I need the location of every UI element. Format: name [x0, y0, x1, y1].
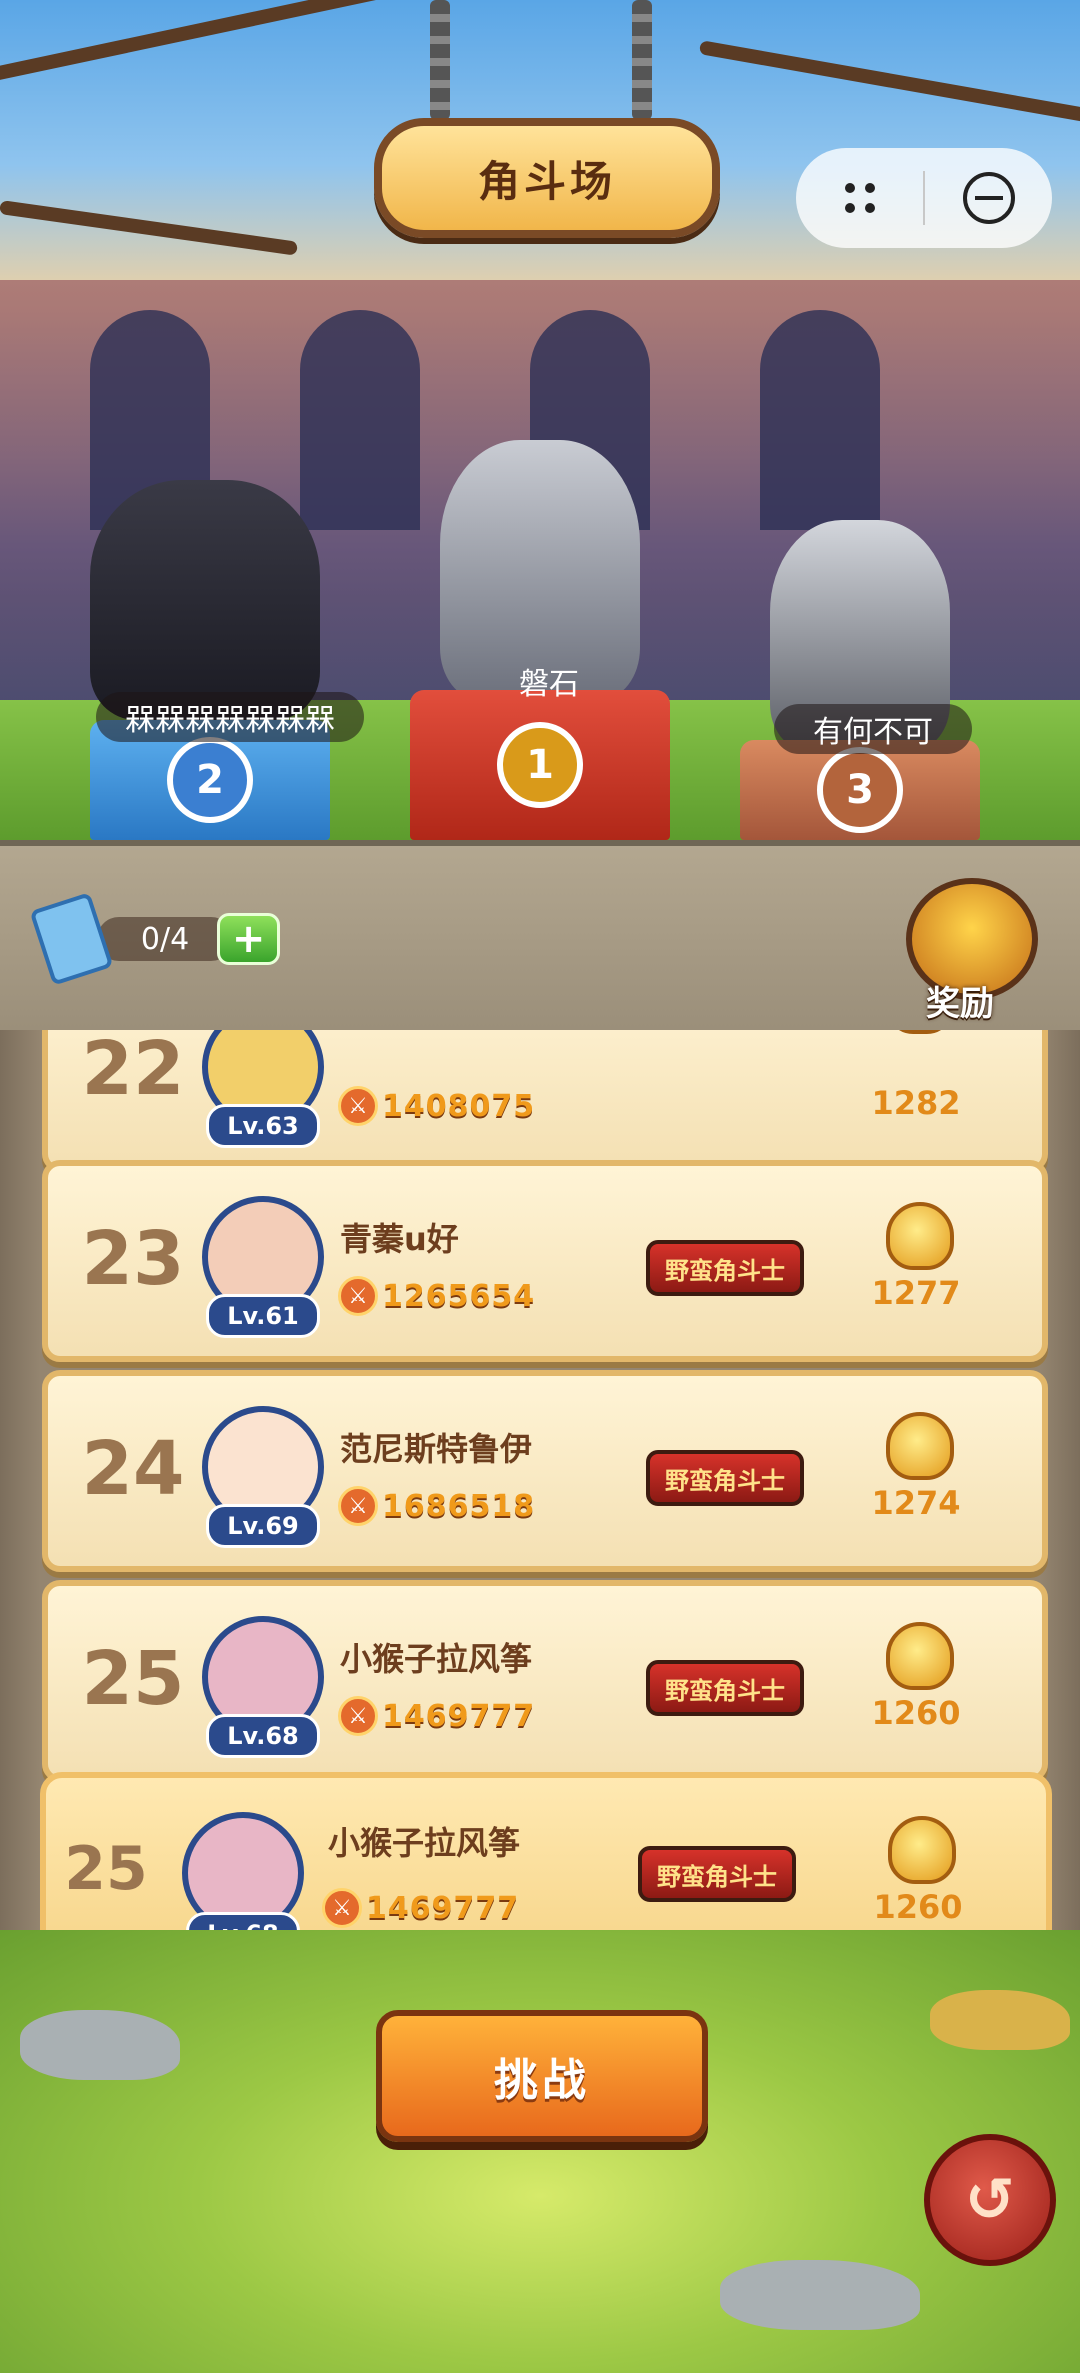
hero-second[interactable] [90, 480, 320, 720]
sword-icon: ⚔ [338, 1276, 378, 1316]
minimize-button[interactable] [925, 148, 1052, 248]
ground [0, 1930, 1080, 2373]
my-title-badge: 野蛮角斗士 [638, 1846, 796, 1902]
reward-button[interactable]: 奖励 [896, 868, 1046, 1024]
ranking-row[interactable]: 25 Lv.68 小猴子拉风筝 ⚔ 1469777 野蛮角斗士 1260 [42, 1580, 1048, 1782]
four-dot-icon [844, 183, 875, 213]
ticket-card-icon [29, 892, 114, 986]
power-value: 1469777 [382, 1698, 536, 1734]
challenge-button[interactable]: 挑战 [376, 2010, 708, 2142]
add-ticket-button[interactable]: + [217, 913, 280, 965]
combat-power: ⚔ 1469777 [338, 1696, 535, 1736]
trophy-icon [888, 1816, 956, 1884]
combat-power: ⚔ 1265654 [338, 1276, 535, 1316]
combat-power: ⚔ 1408075 [338, 1086, 535, 1126]
tree-branch [0, 0, 393, 84]
trophy-icon [886, 1412, 954, 1480]
ranking-row[interactable]: 24 Lv.69 范尼斯特鲁伊 ⚔ 1686518 野蛮角斗士 1274 [42, 1370, 1048, 1572]
ticket-counter: 0/4 + [29, 892, 280, 986]
gold-rock [930, 1990, 1070, 2050]
podium-third: 3 [740, 740, 980, 840]
my-rank-number: 25 [64, 1834, 148, 1904]
rank-badge-3: 3 [817, 747, 903, 833]
sword-icon: ⚔ [322, 1888, 362, 1928]
more-button[interactable] [796, 148, 923, 248]
arch [760, 310, 880, 530]
trophy-count: 1260 [871, 1694, 961, 1732]
podium-first: 1 [410, 690, 670, 840]
tree-branch [698, 40, 1080, 127]
trophy-count: 1282 [871, 1084, 961, 1122]
hero-name-second: 槑槑槑槑槑槑槑 [96, 692, 364, 742]
trophy-icon [886, 1202, 954, 1270]
power-value: 1408075 [382, 1088, 536, 1124]
trophy-icon [886, 1622, 954, 1690]
sword-icon: ⚔ [338, 1696, 378, 1736]
arch [300, 310, 420, 530]
title-badge: 野蛮角斗士 [646, 1240, 804, 1296]
my-combat-power: ⚔ 1469777 [322, 1888, 519, 1928]
rank-number: 23 [81, 1216, 185, 1302]
rank-badge-2: 2 [167, 737, 253, 823]
rank-number: 22 [81, 1030, 185, 1112]
reward-label: 奖励 [926, 984, 994, 1024]
back-button[interactable]: ↺ [924, 2134, 1056, 2266]
my-player-name: 小猴子拉风筝 [328, 1824, 521, 1862]
chain [632, 0, 652, 120]
arena-scene: 角斗场 2 1 3 槑槑槑槑槑槑槑 磐石 有何不可 0/4 + 奖励 [0, 0, 1080, 1030]
rock [720, 2260, 920, 2330]
page-title: 角斗场 [477, 156, 616, 206]
title-badge: 野蛮角斗士 [646, 1660, 804, 1716]
ranking-row[interactable]: 23 Lv.61 青蓁u好 ⚔ 1265654 野蛮角斗士 1277 [42, 1160, 1048, 1362]
sword-icon: ⚔ [338, 1086, 378, 1126]
challenge-label: 挑战 [494, 2055, 590, 2106]
chain [430, 0, 450, 120]
minimize-circle-icon [962, 172, 1015, 224]
rock [20, 2010, 180, 2080]
combat-power: ⚔ 1686518 [338, 1486, 535, 1526]
power-value: 1686518 [382, 1488, 536, 1524]
hero-name-third: 有何不可 [774, 704, 972, 754]
title-plate: 角斗场 [374, 118, 720, 238]
trophy-icon [886, 1030, 954, 1034]
back-arrow-icon: ↺ [964, 2165, 1016, 2235]
level-badge: Lv.63 [206, 1104, 320, 1148]
title-badge: 野蛮角斗士 [646, 1450, 804, 1506]
rank-badge-1: 1 [497, 722, 583, 808]
level-badge: Lv.68 [206, 1714, 320, 1758]
tree-branch [0, 200, 299, 256]
trophy-count: 1274 [871, 1484, 961, 1522]
level-badge: Lv.69 [206, 1504, 320, 1548]
sword-icon: ⚔ [338, 1486, 378, 1526]
player-name: 青蓁u好 [340, 1220, 459, 1258]
trophy-count: 1277 [871, 1274, 961, 1312]
ranking-row[interactable]: 22 Lv.63 ⚔ 1408075 1282 [42, 1030, 1048, 1172]
ticket-count: 0/4 [96, 917, 234, 961]
my-trophy-count: 1260 [873, 1888, 963, 1926]
rank-number: 24 [81, 1426, 185, 1512]
player-name: 范尼斯特鲁伊 [340, 1430, 533, 1468]
power-value: 1265654 [382, 1278, 536, 1314]
my-power-value: 1469777 [366, 1890, 520, 1926]
player-name: 小猴子拉风筝 [340, 1640, 533, 1678]
level-badge: Lv.61 [206, 1294, 320, 1338]
hero-name-first: 磐石 [519, 667, 579, 702]
mini-program-capsule [796, 148, 1052, 248]
rank-number: 25 [81, 1636, 185, 1722]
